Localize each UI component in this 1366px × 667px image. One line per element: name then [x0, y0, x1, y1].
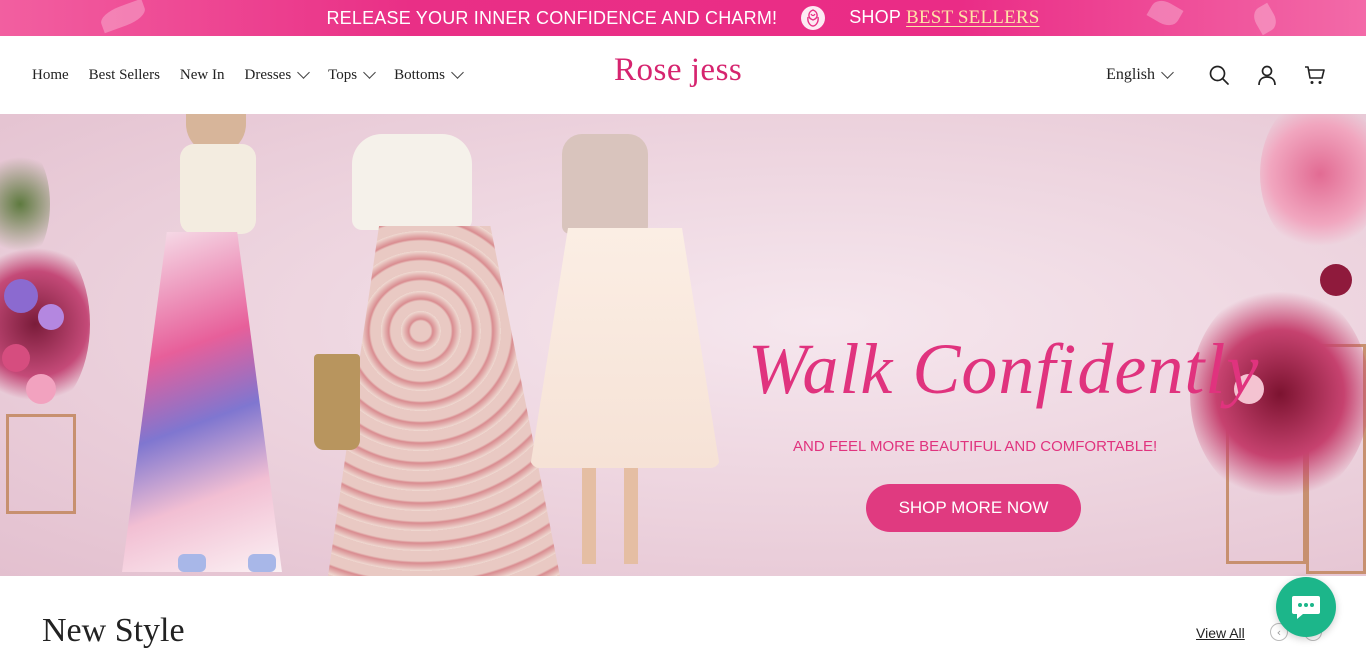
nav-label: New In — [179, 66, 225, 83]
flower-decoration — [1320, 264, 1352, 296]
hero-title: Walk Confidently — [748, 329, 1260, 409]
account-icon[interactable] — [1256, 64, 1278, 86]
best-sellers-link[interactable]: BEST SELLERS — [906, 7, 1040, 29]
announcement-text: RELEASE YOUR INNER CONFIDENCE AND CHARM! — [326, 7, 778, 28]
nav-label: Bottoms — [394, 66, 445, 83]
shop-more-button[interactable]: SHOP MORE NOW — [866, 484, 1081, 532]
shop-best-sellers: SHOP BEST SELLERS — [849, 7, 1039, 29]
petal-decoration — [97, 0, 149, 34]
nav-label: Home — [32, 66, 69, 83]
chevron-down-icon — [1161, 66, 1174, 79]
language-label: English — [1106, 66, 1155, 83]
nav-item-bottoms[interactable]: Bottoms — [394, 66, 464, 84]
model-leg — [624, 468, 638, 564]
sandal — [178, 554, 206, 572]
petal-decoration — [1249, 2, 1281, 36]
nav-item-new-in[interactable]: New In — [180, 67, 225, 84]
nav-label: Dresses — [244, 66, 292, 83]
flower-decoration — [4, 279, 38, 313]
chevron-down-icon — [363, 66, 376, 79]
model-top — [180, 144, 256, 234]
site-logo[interactable]: Rose jess — [614, 52, 742, 89]
chat-icon — [1289, 592, 1323, 622]
nav-item-home[interactable]: Home — [32, 67, 69, 84]
header-tools: English — [1106, 36, 1326, 114]
hero-banner[interactable]: Walk Confidently AND FEEL MORE BEAUTIFUL… — [0, 114, 1366, 576]
tulle-skirt — [530, 228, 720, 468]
straw-bag — [314, 354, 360, 450]
petal-decoration — [1146, 0, 1184, 31]
language-selector[interactable]: English — [1106, 66, 1174, 84]
nav-label: Best Sellers — [88, 66, 160, 83]
main-nav: Home Best Sellers New In Dresses Tops Bo… — [32, 36, 464, 114]
chat-widget-button[interactable] — [1276, 577, 1336, 637]
section-title: New Style — [42, 612, 185, 649]
model-top — [562, 134, 648, 234]
chevron-down-icon — [297, 66, 311, 79]
flower-decoration — [2, 344, 30, 372]
floral-maxi-skirt — [328, 226, 560, 576]
sandal — [248, 554, 276, 572]
chevron-down-icon — [451, 66, 464, 79]
flower-decoration — [1260, 114, 1366, 254]
cart-icon[interactable] — [1304, 64, 1326, 86]
flower-decoration — [26, 374, 56, 404]
nav-item-best-sellers[interactable]: Best Sellers — [89, 67, 160, 84]
floral-skirt — [122, 232, 282, 572]
model-top — [352, 134, 472, 230]
flower-decoration — [38, 304, 64, 330]
search-icon[interactable] — [1208, 64, 1230, 86]
nav-item-dresses[interactable]: Dresses — [244, 66, 311, 84]
nav-label: Tops — [328, 66, 358, 83]
flower-stand — [6, 414, 76, 514]
nav-item-tops[interactable]: Tops — [328, 66, 376, 84]
shop-label: SHOP — [849, 7, 902, 27]
view-all-link[interactable]: View All — [1196, 625, 1245, 641]
rose-icon — [799, 4, 827, 32]
site-header: Home Best Sellers New In Dresses Tops Bo… — [0, 36, 1366, 114]
model-leg — [582, 468, 596, 564]
announcement-bar: RELEASE YOUR INNER CONFIDENCE AND CHARM!… — [0, 0, 1366, 36]
hero-subtitle: AND FEEL MORE BEAUTIFUL AND COMFORTABLE! — [793, 438, 1158, 455]
